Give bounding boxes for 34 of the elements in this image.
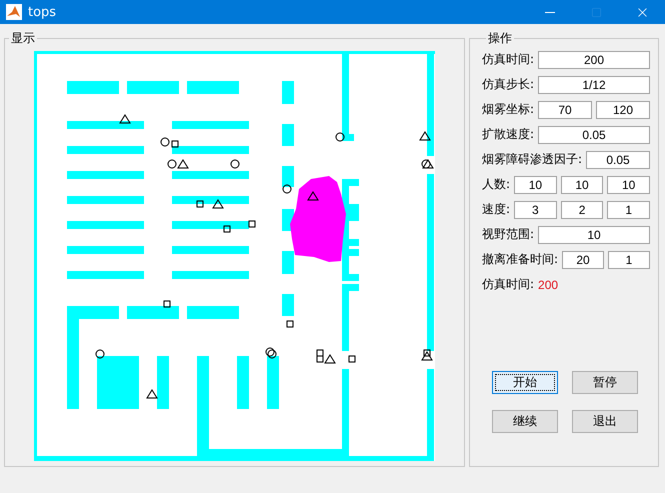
input-field[interactable]: 0.05 <box>586 150 650 168</box>
field-label: 扩散速度: <box>482 126 534 143</box>
input-field[interactable]: 10 <box>607 176 650 194</box>
field-label: 人数: <box>482 176 510 193</box>
field-label: 烟雾障碍渗透因子: <box>482 151 582 168</box>
input-field[interactable]: 1/12 <box>538 76 650 94</box>
action-button[interactable]: 开始 <box>492 371 558 394</box>
input-field[interactable]: 20 <box>562 250 604 268</box>
panel-title: 操作 <box>487 30 513 47</box>
field-label: 仿真时间: <box>482 51 534 68</box>
field-label: 烟雾坐标: <box>482 101 534 118</box>
input-field[interactable]: 1 <box>607 200 650 218</box>
field-label: 撤离准备时间: <box>482 251 558 268</box>
input-field[interactable]: 1 <box>608 250 650 268</box>
action-button[interactable]: 继续 <box>492 410 558 433</box>
input-field[interactable]: 2 <box>560 200 604 218</box>
input-field[interactable]: 10 <box>560 176 604 194</box>
input-field[interactable]: 120 <box>596 100 650 118</box>
field-label: 速度: <box>482 201 510 218</box>
input-field[interactable]: 10 <box>538 226 650 244</box>
field-label: 仿真步长: <box>482 76 534 93</box>
panel-title: 显示 <box>10 30 36 47</box>
action-button[interactable]: 暂停 <box>572 371 638 394</box>
input-field[interactable]: 200 <box>538 50 650 68</box>
input-field[interactable]: 0.05 <box>538 126 650 144</box>
field-label: 视野范围: <box>482 226 534 243</box>
status-value: 200 <box>538 278 558 292</box>
input-field[interactable]: 10 <box>514 176 557 194</box>
action-button[interactable]: 退出 <box>572 410 638 433</box>
field-label: 仿真时间: <box>482 276 534 293</box>
input-field[interactable]: 3 <box>514 200 557 218</box>
window-title: tops <box>28 4 58 20</box>
app-logo-icon <box>6 4 22 20</box>
input-field[interactable]: 70 <box>538 100 592 118</box>
